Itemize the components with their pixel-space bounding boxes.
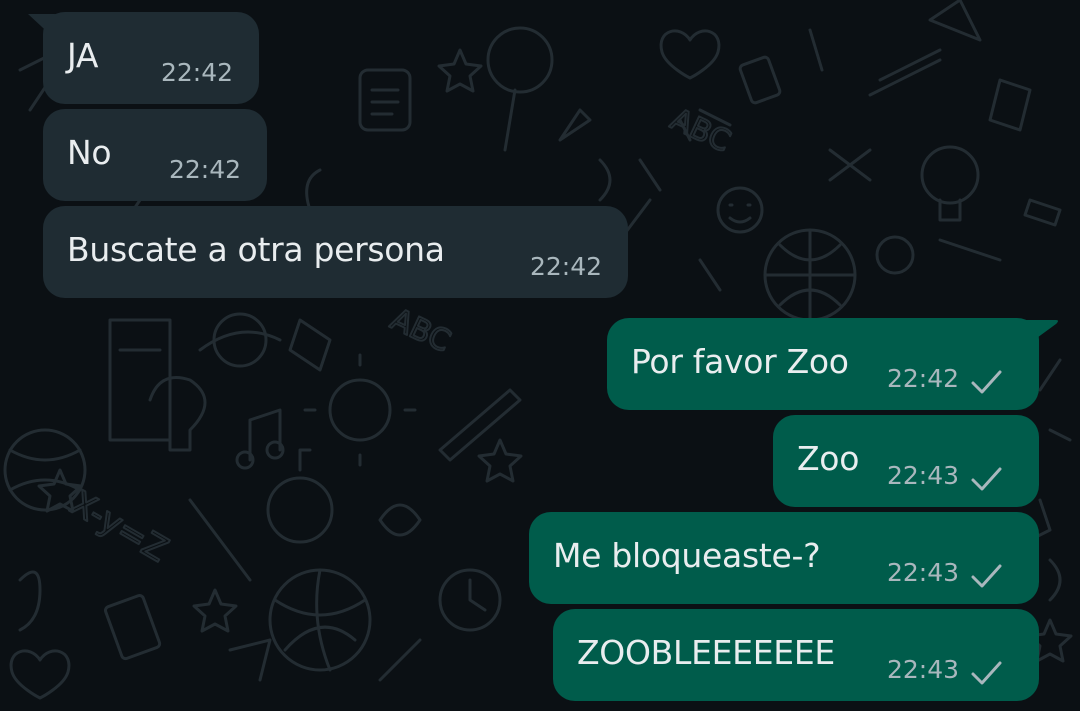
message-text: ZOOBLEEEEEEE [577,633,835,672]
message-text: JA [67,36,99,75]
message-timestamp: 22:42 [529,252,602,281]
message-timestamp: 22:43 [886,558,959,587]
message-timestamp: 22:43 [886,461,959,490]
single-check-icon [971,370,1002,394]
message-text: Me bloqueaste-? [553,536,821,575]
outgoing-message[interactable]: Zoo 22:43 [773,415,1039,507]
outgoing-message[interactable]: Me bloqueaste-? 22:43 [529,512,1039,604]
message-timestamp: 22:42 [160,58,233,87]
message-timestamp: 22:42 [886,364,959,393]
message-text: Por favor Zoo [631,342,849,381]
single-check-icon [971,564,1002,588]
message-text: Buscate a otra persona [67,230,445,269]
svg-text:X-y=Z: X-y=Z [64,483,175,570]
outgoing-message[interactable]: ZOOBLEEEEEEE 22:43 [553,609,1039,701]
incoming-message[interactable]: No 22:42 [43,109,267,201]
message-text: Zoo [797,439,860,478]
single-check-icon [971,467,1002,491]
single-check-icon [971,661,1002,685]
message-timestamp: 22:43 [886,655,959,684]
message-text: No [67,133,112,172]
outgoing-message[interactable]: Por favor Zoo 22:42 [607,318,1039,410]
message-timestamp: 22:42 [168,155,241,184]
incoming-message[interactable]: Buscate a otra persona 22:42 [43,206,628,298]
incoming-message[interactable]: JA 22:42 [43,12,259,104]
svg-text:ABC: ABC [665,102,736,160]
svg-text:ABC: ABC [385,302,456,360]
